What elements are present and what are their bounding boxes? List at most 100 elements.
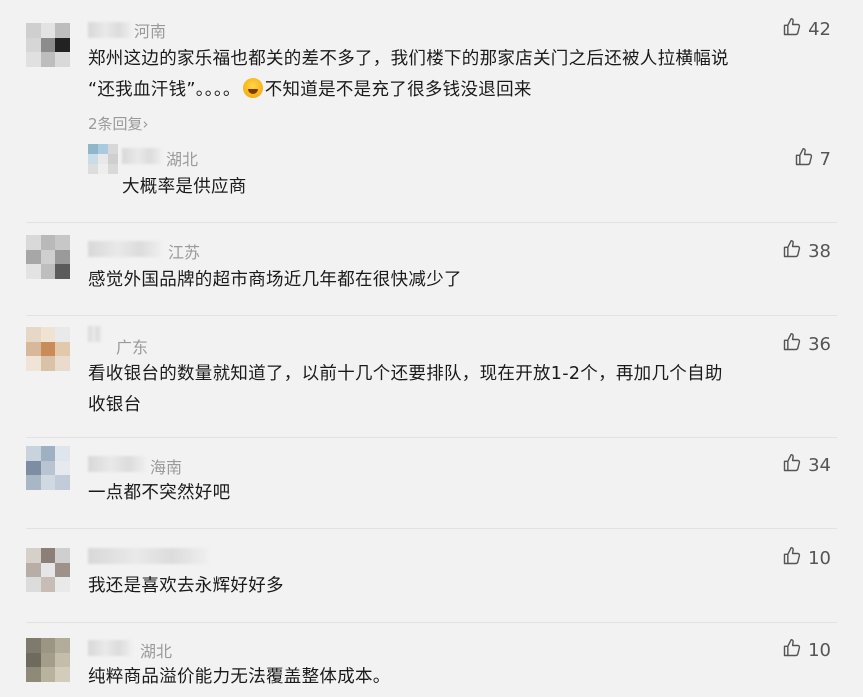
like-count: 42 [808,19,831,40]
avatar-pixel [40,577,56,592]
avatar-pixel [26,562,41,578]
reply-text: 大概率是供应商 [122,177,247,197]
reply-username-blurred[interactable] [122,148,162,164]
avatar[interactable] [26,638,70,682]
username-blurred[interactable] [88,548,208,564]
comment-region: 江苏 [168,243,201,262]
username-blurred[interactable] [88,241,162,257]
avatar-pixel [40,446,56,461]
thumbs-up-icon [794,147,814,172]
thumbs-up-icon [782,17,802,42]
avatar-pixel [40,37,56,53]
avatar-pixel [55,638,70,653]
thumbs-up-icon [782,546,802,571]
comment-region: 广东 [116,338,149,357]
avatar[interactable] [26,23,70,67]
avatar-pixel [98,164,108,174]
chevron-right-icon: › [142,115,149,133]
like-button[interactable]: 36 [782,332,831,357]
avatar-pixel [40,667,56,682]
comment-region: 湖北 [140,642,173,661]
avatar-pixel [55,460,70,476]
thumbs-up-icon [782,638,802,663]
divider [26,437,837,438]
avatar-pixel [26,52,41,67]
avatar[interactable] [26,446,70,490]
avatar-pixel [26,264,41,279]
avatar-pixel [26,249,41,265]
avatar-pixel [26,327,41,342]
avatar-pixel [40,264,56,279]
avatar-pixel [55,249,70,265]
avatar-pixel [55,52,70,67]
like-button[interactable]: 38 [782,239,831,264]
avatar-pixel [108,164,118,174]
avatar-pixel [40,562,56,578]
reply-region: 湖北 [166,150,199,169]
avatar-pixel [55,23,70,38]
like-count: 10 [808,548,831,569]
avatar-pixel [55,37,70,53]
avatar-pixel [40,356,56,371]
like-count: 10 [808,640,831,661]
comment-item: 湖北 10 纯粹商品溢价能力无法覆盖整体成本。 [0,628,863,697]
like-button[interactable]: 34 [782,453,831,478]
avatar-pixel [55,652,70,668]
username-blurred[interactable] [88,22,132,38]
avatar-pixel [40,235,56,250]
like-count: 36 [808,334,831,355]
avatar-pixel [55,341,70,357]
avatar-pixel [40,52,56,67]
avatar-pixel [26,667,41,682]
avatar-pixel [40,341,56,357]
avatar-pixel [26,548,41,563]
reply-avatar[interactable] [88,144,118,174]
view-replies-link[interactable]: 2条回复› [88,113,149,134]
avatar-pixel [55,327,70,342]
avatar-pixel [55,562,70,578]
reply-like-button[interactable]: 7 [794,147,831,172]
avatar-pixel [98,144,108,154]
avatar-pixel [108,154,118,164]
divider [26,622,837,623]
comment-item: 10 我还是喜欢去永辉好好多 [0,534,863,622]
thumbs-up-icon [782,453,802,478]
avatar-pixel [26,638,41,653]
username-blurred[interactable] [88,456,146,472]
divider [26,222,837,223]
comment-text: 看收银台的数量就知道了，以前十几个还要排队，现在开放1-2个，再加几个自助 收银… [88,364,723,415]
avatar-pixel [40,249,56,265]
avatar-pixel [55,667,70,682]
avatar-pixel [55,235,70,250]
thumbs-up-icon [782,332,802,357]
comment-item: 广东 36 看收银台的数量就知道了，以前十几个还要排队，现在开放1-2个，再加几… [0,322,863,440]
comment-item: 江苏 38 感觉外国品牌的超市商场近几年都在很快减少了 [0,230,863,318]
avatar-pixel [40,460,56,476]
avatar-pixel [55,264,70,279]
comment-text: 一点都不突然好吧 [88,483,231,503]
username-blurred[interactable] [88,640,132,656]
avatar[interactable] [26,548,70,592]
comment-text: 纯粹商品溢价能力无法覆盖整体成本。 [88,667,391,687]
avatar-pixel [26,341,41,357]
like-button[interactable]: 10 [782,546,831,571]
like-button[interactable]: 10 [782,638,831,663]
username-blurred[interactable] [88,326,102,342]
avatar-pixel [98,154,108,164]
avatar-pixel [55,356,70,371]
avatar-pixel [26,460,41,476]
comment-item: 海南 34 一点都不突然好吧 [0,442,863,530]
avatar-pixel [40,638,56,653]
avatar-pixel [26,577,41,592]
thumbs-up-icon [782,239,802,264]
avatar-pixel [26,23,41,38]
avatar-pixel [88,144,98,154]
avatar-pixel [108,144,118,154]
avatar-pixel [26,235,41,250]
like-count: 38 [808,241,831,262]
avatar[interactable] [26,327,70,371]
avatar[interactable] [26,235,70,279]
like-button[interactable]: 42 [782,17,831,42]
avatar-pixel [55,475,70,490]
comment-region: 河南 [134,22,167,41]
